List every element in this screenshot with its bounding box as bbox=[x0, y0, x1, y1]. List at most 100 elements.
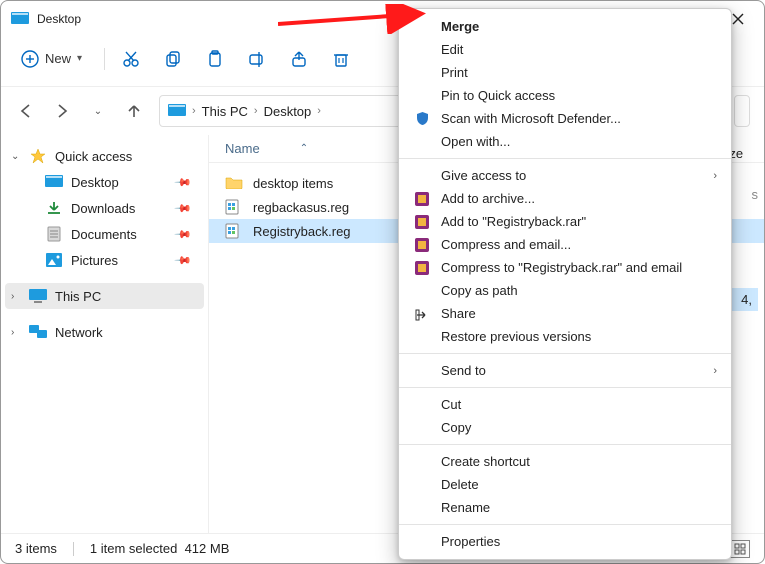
sidebar-desktop[interactable]: Desktop 📌 bbox=[5, 169, 204, 195]
status-selection: 1 item selected 412 MB bbox=[90, 541, 229, 556]
winrar-icon bbox=[413, 192, 431, 206]
pin-icon: 📌 bbox=[174, 199, 193, 218]
ctx-separator bbox=[399, 353, 731, 354]
chevron-right-icon: › bbox=[713, 365, 717, 377]
ctx-print[interactable]: Print bbox=[399, 61, 731, 84]
ctx-share[interactable]: Share bbox=[399, 302, 731, 325]
breadcrumb-desktop[interactable]: Desktop bbox=[264, 104, 312, 119]
sidebar-documents[interactable]: Documents 📌 bbox=[5, 221, 204, 247]
ctx-merge[interactable]: Merge bbox=[399, 15, 731, 38]
sidebar-item-label: Documents bbox=[71, 227, 168, 242]
sidebar-item-label: Desktop bbox=[71, 175, 168, 190]
desktop-icon bbox=[168, 104, 186, 118]
toolbar-separator bbox=[104, 48, 105, 70]
ctx-edit[interactable]: Edit bbox=[399, 38, 731, 61]
ctx-separator bbox=[399, 444, 731, 445]
back-button[interactable] bbox=[15, 100, 37, 122]
copy-icon[interactable] bbox=[163, 49, 183, 69]
ctx-rename[interactable]: Rename bbox=[399, 496, 731, 519]
ctx-give-access[interactable]: Give access to› bbox=[399, 164, 731, 187]
ctx-restore-prev[interactable]: Restore previous versions bbox=[399, 325, 731, 348]
ctx-scan-defender[interactable]: Scan with Microsoft Defender... bbox=[399, 107, 731, 130]
up-button[interactable] bbox=[123, 100, 145, 122]
ctx-separator bbox=[399, 387, 731, 388]
ctx-compress-rar-email[interactable]: Compress to "Registryback.rar" and email bbox=[399, 256, 731, 279]
pin-icon: 📌 bbox=[174, 251, 193, 270]
sidebar-item-label: Quick access bbox=[55, 149, 194, 164]
network-icon bbox=[29, 324, 47, 340]
icons-view-button[interactable] bbox=[730, 540, 750, 558]
ctx-add-to-rar[interactable]: Add to "Registryback.rar" bbox=[399, 210, 731, 233]
ctx-compress-email[interactable]: Compress and email... bbox=[399, 233, 731, 256]
sidebar-item-label: Pictures bbox=[71, 253, 168, 268]
sidebar-quick-access[interactable]: ⌄ Quick access bbox=[5, 143, 204, 169]
status-item-count: 3 items bbox=[15, 541, 57, 556]
ctx-open-with[interactable]: Open with... bbox=[399, 130, 731, 153]
desktop-icon bbox=[11, 12, 29, 26]
context-menu: Merge Edit Print Pin to Quick access Sca… bbox=[398, 8, 732, 560]
recent-chevron-icon[interactable]: ⌄ bbox=[87, 100, 109, 122]
shield-icon bbox=[413, 111, 431, 126]
paste-icon[interactable] bbox=[205, 49, 225, 69]
rename-icon[interactable] bbox=[247, 49, 267, 69]
folder-icon bbox=[225, 175, 243, 191]
sidebar: ⌄ Quick access Desktop 📌 Downloads 📌 Doc… bbox=[1, 135, 209, 533]
new-label: New bbox=[45, 51, 71, 66]
chevron-right-icon: › bbox=[713, 170, 717, 182]
sidebar-pictures[interactable]: Pictures 📌 bbox=[5, 247, 204, 273]
sort-asc-icon: ⌃ bbox=[300, 143, 308, 154]
search-input[interactable] bbox=[734, 95, 750, 127]
chevron-right-icon[interactable]: › bbox=[11, 327, 21, 338]
ctx-separator bbox=[399, 524, 731, 525]
sidebar-item-label: This PC bbox=[55, 289, 194, 304]
chevron-down-icon: ▾ bbox=[77, 53, 82, 64]
sidebar-item-label: Network bbox=[55, 325, 194, 340]
pin-icon: 📌 bbox=[174, 225, 193, 244]
pictures-icon bbox=[45, 252, 63, 268]
ctx-properties[interactable]: Properties bbox=[399, 530, 731, 553]
winrar-icon bbox=[413, 238, 431, 252]
ctx-copy[interactable]: Copy bbox=[399, 416, 731, 439]
chevron-right-icon[interactable]: › bbox=[317, 105, 321, 117]
sidebar-this-pc[interactable]: › This PC bbox=[5, 283, 204, 309]
file-name: regbackasus.reg bbox=[253, 200, 349, 215]
delete-icon[interactable] bbox=[331, 49, 351, 69]
share-icon bbox=[413, 307, 431, 321]
documents-icon bbox=[45, 226, 63, 242]
reg-file-icon bbox=[225, 199, 243, 215]
new-button[interactable]: New ▾ bbox=[15, 46, 88, 72]
column-name-label: Name bbox=[225, 141, 260, 156]
chevron-right-icon[interactable]: › bbox=[192, 105, 196, 117]
share-icon[interactable] bbox=[289, 49, 309, 69]
ctx-pin-quick[interactable]: Pin to Quick access bbox=[399, 84, 731, 107]
this-pc-icon bbox=[29, 288, 47, 304]
ctx-add-archive[interactable]: Add to archive... bbox=[399, 187, 731, 210]
window-title: Desktop bbox=[37, 12, 81, 26]
chevron-right-icon[interactable]: › bbox=[254, 105, 258, 117]
file-name: desktop items bbox=[253, 176, 333, 191]
ctx-send-to[interactable]: Send to› bbox=[399, 359, 731, 382]
chevron-down-icon[interactable]: ⌄ bbox=[11, 151, 21, 162]
winrar-icon bbox=[413, 215, 431, 229]
column-header-name[interactable]: Name ⌃ bbox=[225, 141, 308, 156]
breadcrumb-this-pc[interactable]: This PC bbox=[202, 104, 248, 119]
ctx-copy-as-path[interactable]: Copy as path bbox=[399, 279, 731, 302]
forward-button[interactable] bbox=[51, 100, 73, 122]
sidebar-network[interactable]: › Network bbox=[5, 319, 204, 345]
ctx-separator bbox=[399, 158, 731, 159]
downloads-icon bbox=[45, 200, 63, 216]
ctx-cut[interactable]: Cut bbox=[399, 393, 731, 416]
ctx-create-shortcut[interactable]: Create shortcut bbox=[399, 450, 731, 473]
cut-icon[interactable] bbox=[121, 49, 141, 69]
sidebar-item-label: Downloads bbox=[71, 201, 168, 216]
star-icon bbox=[29, 148, 47, 164]
desktop-icon bbox=[45, 174, 63, 190]
file-name: Registryback.reg bbox=[253, 224, 351, 239]
ctx-delete[interactable]: Delete bbox=[399, 473, 731, 496]
plus-circle-icon bbox=[21, 50, 39, 68]
chevron-right-icon[interactable]: › bbox=[11, 291, 21, 302]
pin-icon: 📌 bbox=[174, 173, 193, 192]
sidebar-downloads[interactable]: Downloads 📌 bbox=[5, 195, 204, 221]
reg-file-icon bbox=[225, 223, 243, 239]
status-separator bbox=[73, 542, 74, 556]
